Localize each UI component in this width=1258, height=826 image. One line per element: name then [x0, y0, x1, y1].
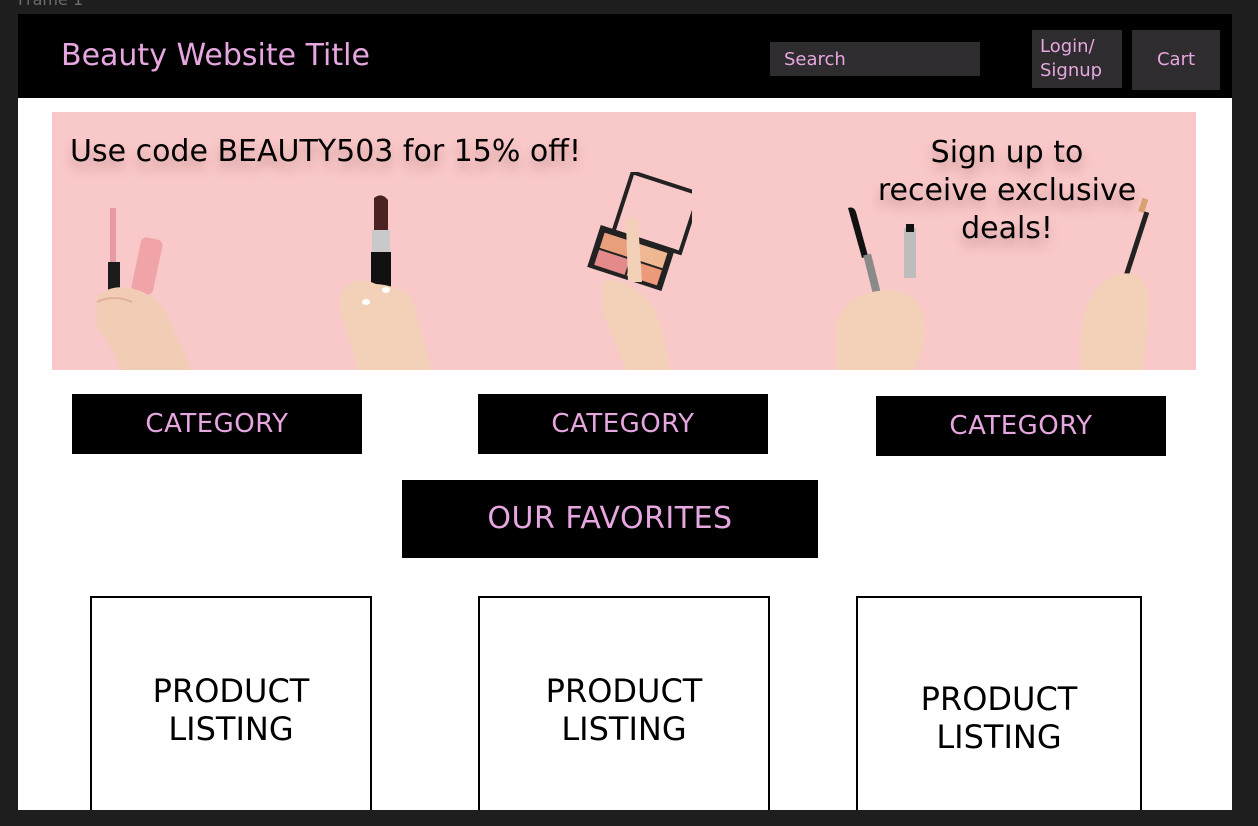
- site-header: Beauty Website Title Login/ Signup Cart: [18, 14, 1232, 98]
- product-line-1: PRODUCT: [545, 672, 703, 710]
- promo-banner[interactable]: Use code BEAUTY503 for 15% off! Sign up …: [52, 112, 1196, 370]
- product-line-2: LISTING: [168, 710, 294, 748]
- signup-line-1: Sign up to: [930, 135, 1084, 170]
- product-line-1: PRODUCT: [152, 672, 310, 710]
- hand-lipstick-image: [340, 195, 432, 370]
- product-line-1: PRODUCT: [920, 680, 1078, 718]
- product-line-2: LISTING: [561, 710, 687, 748]
- category-button-3[interactable]: CATEGORY: [876, 396, 1166, 456]
- frame-label: Frame 1: [18, 0, 83, 9]
- hand-brush-image: [1080, 197, 1150, 370]
- hand-palette-image: [587, 172, 692, 370]
- product-listing-label-3: PRODUCT LISTING: [858, 680, 1140, 756]
- product-listing-card-3[interactable]: PRODUCT LISTING: [856, 596, 1142, 810]
- product-listing-card-2[interactable]: PRODUCT LISTING: [478, 596, 770, 810]
- hand-lipgloss-image: [96, 208, 192, 370]
- login-label-line2: Signup: [1040, 60, 1103, 81]
- our-favorites-button[interactable]: OUR FAVORITES: [402, 480, 818, 558]
- site-title[interactable]: Beauty Website Title: [61, 38, 370, 73]
- promo-code-text: Use code BEAUTY503 for 15% off!: [70, 134, 581, 169]
- product-line-2: LISTING: [936, 718, 1062, 756]
- cart-button[interactable]: Cart: [1132, 30, 1220, 90]
- product-listing-label-2: PRODUCT LISTING: [480, 672, 768, 748]
- website-frame: Beauty Website Title Login/ Signup Cart …: [18, 14, 1232, 810]
- login-label-line1: Login/: [1040, 36, 1095, 57]
- category-button-1[interactable]: CATEGORY: [72, 394, 362, 454]
- product-listing-card-1[interactable]: PRODUCT LISTING: [90, 596, 372, 810]
- hand-mascara-image: [836, 207, 925, 370]
- category-button-2[interactable]: CATEGORY: [478, 394, 768, 454]
- search-input[interactable]: [770, 42, 980, 76]
- login-signup-button[interactable]: Login/ Signup: [1032, 30, 1122, 88]
- product-listing-label-1: PRODUCT LISTING: [92, 672, 370, 748]
